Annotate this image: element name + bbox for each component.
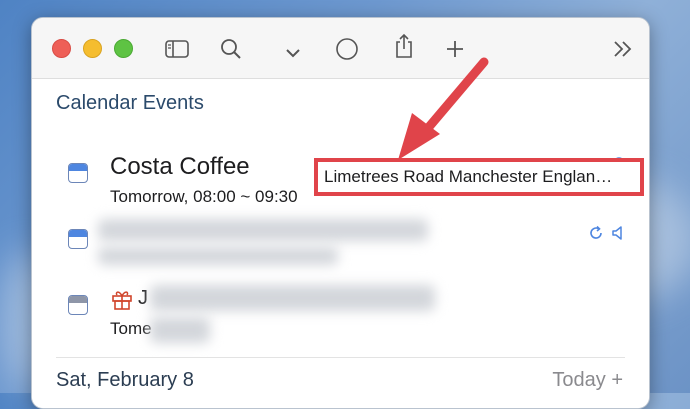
calendar-icon [68,229,88,249]
calendar-icon [68,163,88,183]
content-area: Calendar Events Costa Coffee Tomorrow, 0… [32,79,649,408]
today-add-button[interactable]: Today + [552,369,623,392]
app-window: Calendar Events Costa Coffee Tomorrow, 0… [31,17,650,409]
circle-icon[interactable] [334,36,360,62]
minimize-button[interactable] [83,39,102,58]
calendar-icon [68,295,88,315]
event-time: Tome [110,319,152,338]
double-chevron-right-icon[interactable] [610,36,636,62]
toolbar [32,18,649,79]
share-icon[interactable] [391,33,417,59]
close-button[interactable] [52,39,71,58]
blurred-event-title [150,285,435,311]
divider [56,357,625,358]
plus-icon[interactable] [442,36,468,62]
gift-icon [112,291,132,310]
sidebar-toggle-icon[interactable] [164,36,190,62]
zoom-button[interactable] [114,39,133,58]
location-callout: Limetrees Road Manchester Englan… [314,158,644,196]
repeat-icon [590,225,602,239]
search-icon[interactable] [218,36,244,62]
chevron-down-icon[interactable] [280,40,306,66]
blurred-event-time [98,247,338,265]
blurred-event-title [98,219,428,241]
event-time: Tomorrow, 08:00 ~ 09:30 [110,187,298,206]
blurred-event-time [150,317,210,343]
event-location: Limetrees Road Manchester Englan… [324,167,613,186]
date-header: Sat, February 8 [56,369,194,391]
section-title: Calendar Events [56,92,204,114]
event-title[interactable]: Costa Coffee [110,153,250,181]
event-title: J [138,287,148,309]
alert-icon [612,226,622,240]
